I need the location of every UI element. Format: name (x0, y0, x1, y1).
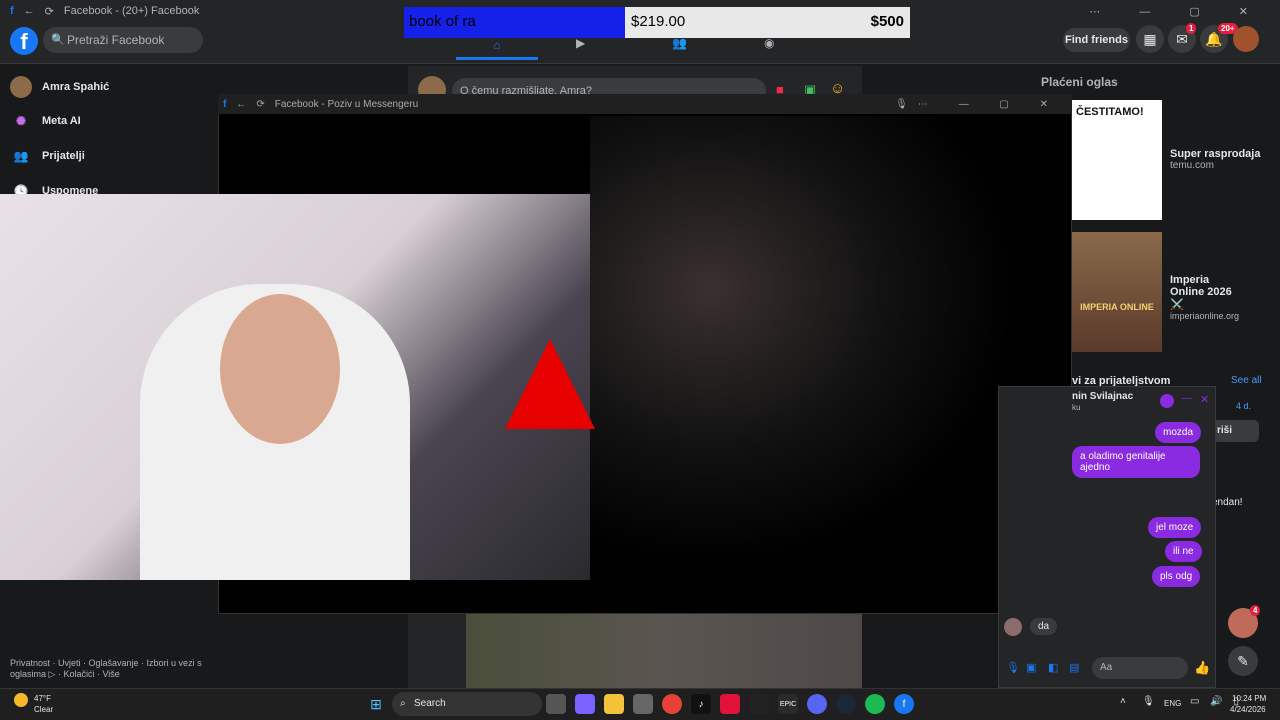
friend-request-delete-button[interactable]: riši (1213, 420, 1259, 442)
taskbar-search[interactable]: ⌕ Search (392, 692, 542, 716)
window-controls[interactable]: ⋯ — ▢ ✕ (1089, 5, 1266, 18)
feed-post-image (466, 614, 862, 688)
chat-message-out: ili ne (1165, 541, 1202, 562)
epic-games-icon[interactable]: EPIC (778, 694, 798, 714)
copilot-icon[interactable] (575, 694, 595, 714)
avatar-icon (10, 76, 32, 98)
tray-chevron-icon[interactable]: ˄ (1120, 696, 1126, 707)
taskview-icon[interactable] (546, 694, 566, 714)
clock-date[interactable]: 4/24/2026 (1230, 705, 1266, 714)
overlay-game: book of ra (404, 7, 625, 38)
webcam-feed (0, 194, 595, 580)
weather-icon[interactable] (14, 693, 28, 707)
language-indicator[interactable]: ENG (1164, 699, 1181, 708)
chat-contact-name: nin Svilajnac (1072, 391, 1134, 402)
browser-title: Facebook - (20+) Facebook (63, 5, 200, 17)
ad-temu[interactable]: ČESTITAMO! Super rasprodaja temu.com (1072, 100, 1260, 220)
taskbar-apps[interactable]: ♪ EPIC f (546, 694, 914, 714)
chat-head-badge: 4 (1250, 605, 1261, 616)
chat-mic-icon[interactable]: 🎙 (1006, 661, 1020, 674)
reload-icon[interactable]: ⟳ (45, 5, 54, 18)
find-friends-button[interactable]: Find friends (1063, 28, 1130, 52)
search-icon: ⌕ (400, 698, 406, 709)
meta-ai-icon: ✺ (15, 114, 27, 128)
search-input[interactable]: 🔍 Pretraži Facebook (43, 27, 203, 53)
contact-fragment: endan! (1212, 497, 1243, 508)
friends-icon: 👥 (13, 149, 29, 163)
overlay-balance: $219.00 (631, 13, 686, 30)
ad-temu-image: ČESTITAMO! (1072, 100, 1162, 220)
chat-like-icon[interactable]: 👍 (1194, 660, 1210, 676)
chat-image-icon[interactable]: ▣ (1026, 661, 1036, 674)
sponsored-heading: Plaćeni oglas (1041, 75, 1118, 89)
chat-message-out: mozda (1155, 422, 1202, 443)
menu-grid-icon[interactable]: ▦ (1136, 25, 1164, 53)
ad-imperia-title: Imperia Online 2026 ⚔️ (1170, 274, 1232, 311)
ad-imperia-image: IMPERIA ONLINE (1072, 232, 1162, 352)
facebook-app-icon[interactable]: f (894, 694, 914, 714)
left-nav-meta-ai[interactable]: ✺ Meta AI (10, 108, 81, 134)
chat-sticker-icon[interactable]: ◧ (1048, 661, 1058, 674)
chat-contact-status: ku (1072, 403, 1081, 412)
chrome-icon[interactable] (662, 694, 682, 714)
tab-gaming[interactable]: ◉ (764, 36, 774, 50)
discord-icon[interactable] (807, 694, 827, 714)
reload-icon[interactable]: ⟳ (256, 99, 264, 110)
chat-message-in: da (1030, 618, 1058, 635)
windows-start-icon[interactable]: ⊞ (366, 694, 386, 714)
tab-friends[interactable]: 👥 (672, 36, 687, 50)
call-window-controls[interactable]: ⋯ — ▢ ✕ (918, 99, 1062, 110)
search-icon: 🔍 (51, 34, 65, 46)
chat-call-icon[interactable] (1160, 394, 1174, 408)
chat-incoming-avatar (1004, 618, 1022, 636)
tray-mic-icon[interactable]: 🎙 (1142, 696, 1155, 707)
footer-links[interactable]: Privatnost · Uvjeti · Oglašavanje · Izbo… (10, 658, 210, 680)
search-placeholder: Pretraži Facebook (67, 33, 165, 47)
call-window-titlebar: f ← ⟳ Facebook - Poziv u Messengeru 🎙 ⋯ … (218, 94, 1072, 114)
app-icon[interactable] (749, 694, 769, 714)
tab-home[interactable]: ⌂ (456, 38, 538, 60)
see-all-link[interactable]: See all (1231, 375, 1262, 386)
spotify-icon[interactable] (865, 694, 885, 714)
chat-message-input[interactable]: Aa (1092, 657, 1188, 679)
chat-close-icon[interactable]: ✕ (1200, 393, 1209, 406)
app-icon[interactable] (720, 694, 740, 714)
chat-message-out: jel moze (1148, 517, 1202, 538)
overlay-bet: $500 (870, 13, 904, 30)
back-icon[interactable]: ← (24, 5, 35, 17)
tiktok-icon[interactable]: ♪ (691, 694, 711, 714)
fb-tab-icon: f (10, 5, 14, 17)
streamer-head (220, 294, 340, 444)
profile-avatar[interactable] (1233, 26, 1259, 52)
facebook-logo-icon[interactable]: f (10, 27, 38, 55)
clock-time[interactable]: 10:24 PM (1232, 694, 1266, 703)
stream-overlay: book of ra $219.00 $500 (404, 7, 910, 38)
ad-temu-domain: temu.com (1170, 160, 1214, 171)
fb-icon: f (223, 98, 227, 110)
weather-temp: 47°F (34, 694, 51, 703)
weather-status: Clear (34, 705, 54, 714)
chat-message-out: a oladimo genitalije ajedno (1072, 446, 1200, 478)
chat-message-out: pls odg (1152, 566, 1201, 587)
chat-minimize-icon[interactable]: — (1182, 393, 1192, 404)
back-icon[interactable]: ← (236, 99, 246, 110)
file-explorer-icon[interactable] (604, 694, 624, 714)
left-nav-friends[interactable]: 👥 Prijatelji (10, 143, 85, 169)
store-icon[interactable] (633, 694, 653, 714)
steam-icon[interactable] (836, 694, 856, 714)
chat-gif-icon[interactable]: ▤ (1069, 661, 1079, 674)
ad-imperia[interactable]: IMPERIA ONLINE Imperia Online 2026 ⚔️ imp… (1072, 232, 1240, 352)
new-message-icon[interactable]: ✎ (1228, 646, 1258, 676)
warning-sign (505, 339, 595, 429)
ad-temu-title: Super rasprodaja (1170, 148, 1261, 160)
mic-icon[interactable]: 🎙 (895, 99, 908, 110)
ad-imperia-domain: imperiaonline.org (1170, 311, 1240, 321)
call-window-title: Facebook - Poziv u Messengeru (274, 98, 419, 110)
tab-video[interactable]: ▶ (576, 36, 585, 50)
left-nav-profile[interactable]: Amra Spahić (10, 74, 109, 100)
friend-request-time: 4 d. (1236, 401, 1252, 411)
